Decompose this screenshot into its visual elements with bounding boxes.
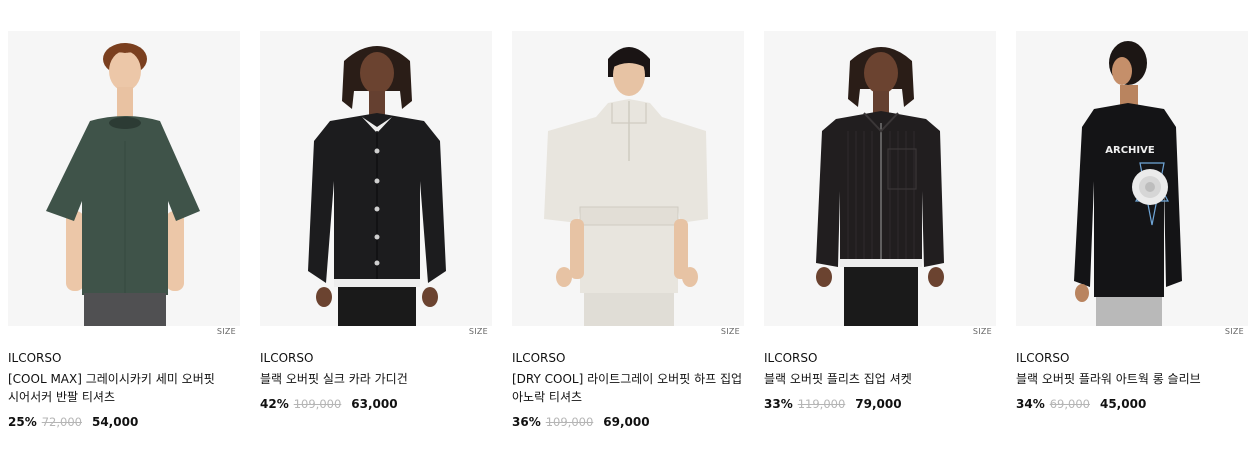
- original-price: 109,000: [293, 397, 342, 411]
- original-price: 119,000: [797, 397, 846, 411]
- original-price: 69,000: [1049, 397, 1090, 411]
- product-name[interactable]: [DRY COOL] 라이트그레이 오버핏 하프 집업 아노락 티셔츠: [512, 370, 744, 406]
- brand-name[interactable]: ILCORSO: [764, 351, 996, 366]
- product-image[interactable]: [8, 31, 240, 326]
- model-photo-icon: ARCHIVE: [1016, 31, 1248, 326]
- brand-name[interactable]: ILCORSO: [1016, 351, 1248, 366]
- size-link[interactable]: SIZE: [1225, 327, 1244, 336]
- discount-rate: 33%: [764, 397, 793, 411]
- model-photo-icon: [764, 31, 996, 326]
- product-grid: SIZE ILCORSO [COOL MAX] 그레이시카키 세미 오버핏 시어…: [0, 0, 1259, 451]
- price-row: 33% 119,000 79,000: [764, 396, 996, 412]
- product-image[interactable]: ARCHIVE: [1016, 31, 1248, 326]
- sale-price: 45,000: [1099, 397, 1147, 411]
- product-name[interactable]: 블랙 오버핏 플리츠 집업 셔켓: [764, 370, 996, 388]
- brand-name[interactable]: ILCORSO: [260, 351, 492, 366]
- price-row: 25% 72,000 54,000: [8, 414, 240, 430]
- brand-name[interactable]: ILCORSO: [512, 351, 744, 366]
- svg-text:ARCHIVE: ARCHIVE: [1105, 145, 1155, 156]
- model-photo-icon: [260, 31, 492, 326]
- sale-price: 63,000: [351, 397, 398, 411]
- product-card[interactable]: SIZE ILCORSO 블랙 오버핏 플리츠 집업 셔켓 33% 119,00…: [764, 31, 996, 412]
- product-image[interactable]: [260, 31, 492, 326]
- size-link[interactable]: SIZE: [721, 327, 740, 336]
- sale-price: 69,000: [603, 415, 650, 429]
- size-link[interactable]: SIZE: [217, 327, 236, 336]
- model-photo-icon: [512, 31, 744, 326]
- discount-rate: 42%: [260, 397, 289, 411]
- price-row: 34% 69,000 45,000: [1016, 396, 1248, 412]
- product-card[interactable]: SIZE ILCORSO [DRY COOL] 라이트그레이 오버핏 하프 집업…: [512, 31, 744, 430]
- product-image[interactable]: [512, 31, 744, 326]
- brand-name[interactable]: ILCORSO: [8, 351, 240, 366]
- product-name[interactable]: 블랙 오버핏 실크 카라 가디건: [260, 370, 492, 388]
- price-row: 36% 109,000 69,000: [512, 414, 744, 430]
- sale-price: 79,000: [855, 397, 902, 411]
- discount-rate: 25%: [8, 415, 37, 429]
- discount-rate: 36%: [512, 415, 541, 429]
- product-name[interactable]: [COOL MAX] 그레이시카키 세미 오버핏 시어서커 반팔 티셔츠: [8, 370, 240, 406]
- model-photo-icon: [8, 31, 240, 326]
- size-link[interactable]: SIZE: [973, 327, 992, 336]
- size-link[interactable]: SIZE: [469, 327, 488, 336]
- product-name[interactable]: 블랙 오버핏 플라워 아트웍 롱 슬리브: [1016, 370, 1248, 388]
- original-price: 72,000: [41, 415, 82, 429]
- product-card[interactable]: SIZE ILCORSO [COOL MAX] 그레이시카키 세미 오버핏 시어…: [8, 31, 240, 430]
- sale-price: 54,000: [91, 415, 139, 429]
- product-image[interactable]: [764, 31, 996, 326]
- product-card[interactable]: SIZE ILCORSO 블랙 오버핏 실크 카라 가디건 42% 109,00…: [260, 31, 492, 412]
- product-card[interactable]: ARCHIVE SIZE ILCORSO 블랙 오버핏 플라워 아트웍 롱 슬리…: [1016, 31, 1248, 412]
- discount-rate: 34%: [1016, 397, 1045, 411]
- original-price: 109,000: [545, 415, 594, 429]
- price-row: 42% 109,000 63,000: [260, 396, 492, 412]
